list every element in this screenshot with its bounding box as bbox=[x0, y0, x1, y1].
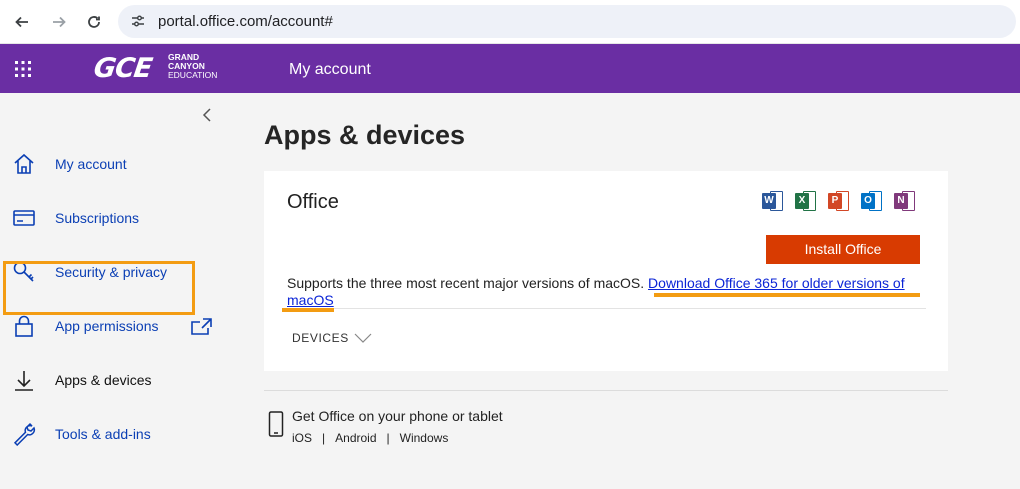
wrench-icon bbox=[13, 422, 36, 446]
site-settings-icon[interactable] bbox=[130, 13, 146, 29]
sidebar-item-label: Subscriptions bbox=[55, 210, 140, 226]
mobile-heading: Get Office on your phone or tablet bbox=[292, 408, 503, 424]
browser-toolbar: portal.office.com/account# bbox=[0, 0, 1020, 44]
section-divider bbox=[264, 390, 948, 391]
arrow-right-icon bbox=[53, 16, 66, 28]
app-launcher-icon[interactable] bbox=[14, 60, 32, 78]
forward-button[interactable] bbox=[47, 10, 71, 34]
main-content: Apps & devices Office W X P O N Install … bbox=[232, 93, 1020, 489]
external-link-icon bbox=[191, 318, 212, 335]
logo-mark: GCE bbox=[91, 53, 154, 84]
app-title[interactable]: My account bbox=[289, 61, 371, 79]
highlight-box bbox=[3, 261, 195, 315]
sidebar-item-apps-devices[interactable]: Apps & devices bbox=[0, 360, 232, 400]
highlight-underline bbox=[282, 308, 334, 312]
android-link[interactable]: Android bbox=[335, 431, 376, 445]
download-icon bbox=[15, 371, 33, 391]
excel-icon: X bbox=[795, 190, 817, 212]
sidebar-item-label: Apps & devices bbox=[55, 372, 152, 388]
app-header: GCE GRAND CANYON EDUCATION My account bbox=[0, 44, 1020, 93]
reload-icon bbox=[88, 16, 100, 28]
org-logo[interactable]: GCE GRAND CANYON EDUCATION bbox=[91, 51, 224, 85]
phone-icon bbox=[268, 411, 284, 437]
ios-link[interactable]: iOS bbox=[292, 431, 312, 445]
sidebar-item-label: App permissions bbox=[55, 318, 159, 334]
home-icon bbox=[14, 153, 34, 174]
office-app-icons: W X P O N bbox=[762, 190, 916, 212]
platform-links: iOS | Android | Windows bbox=[292, 431, 448, 445]
card-divider bbox=[282, 308, 926, 309]
powerpoint-icon: P bbox=[828, 190, 850, 212]
office-heading: Office bbox=[287, 191, 339, 213]
lock-icon bbox=[15, 315, 33, 337]
back-button[interactable] bbox=[10, 10, 34, 34]
onenote-icon: N bbox=[894, 190, 916, 212]
outlook-icon: O bbox=[861, 190, 883, 212]
separator: | bbox=[322, 431, 326, 445]
sidebar-item-tools-addins[interactable]: Tools & add-ins bbox=[0, 414, 232, 454]
windows-link[interactable]: Windows bbox=[400, 431, 449, 445]
card-icon bbox=[13, 210, 35, 226]
chevron-down-icon bbox=[354, 333, 372, 343]
url-text: portal.office.com/account# bbox=[158, 13, 333, 30]
devices-label: DEVICES bbox=[292, 331, 349, 345]
collapse-chevron-icon[interactable] bbox=[200, 107, 214, 123]
separator: | bbox=[386, 431, 390, 445]
sidebar-item-my-account[interactable]: My account bbox=[0, 144, 232, 184]
install-office-button[interactable]: Install Office bbox=[766, 235, 920, 264]
support-text: Supports the three most recent major ver… bbox=[287, 275, 905, 308]
arrow-left-icon bbox=[15, 16, 28, 28]
logo-text: GRAND CANYON EDUCATION bbox=[168, 52, 218, 80]
sidebar-item-label: Tools & add-ins bbox=[55, 426, 151, 442]
office-card: Office W X P O N Install Office Supports… bbox=[264, 171, 948, 371]
highlight-underline bbox=[654, 293, 920, 297]
sidebar-item-label: My account bbox=[55, 156, 127, 172]
word-icon: W bbox=[762, 190, 784, 212]
page-title: Apps & devices bbox=[264, 120, 466, 150]
address-bar[interactable]: portal.office.com/account# bbox=[118, 5, 1016, 38]
sidebar-item-subscriptions[interactable]: Subscriptions bbox=[0, 198, 232, 238]
reload-button[interactable] bbox=[82, 10, 106, 34]
devices-toggle[interactable]: DEVICES bbox=[292, 331, 373, 345]
